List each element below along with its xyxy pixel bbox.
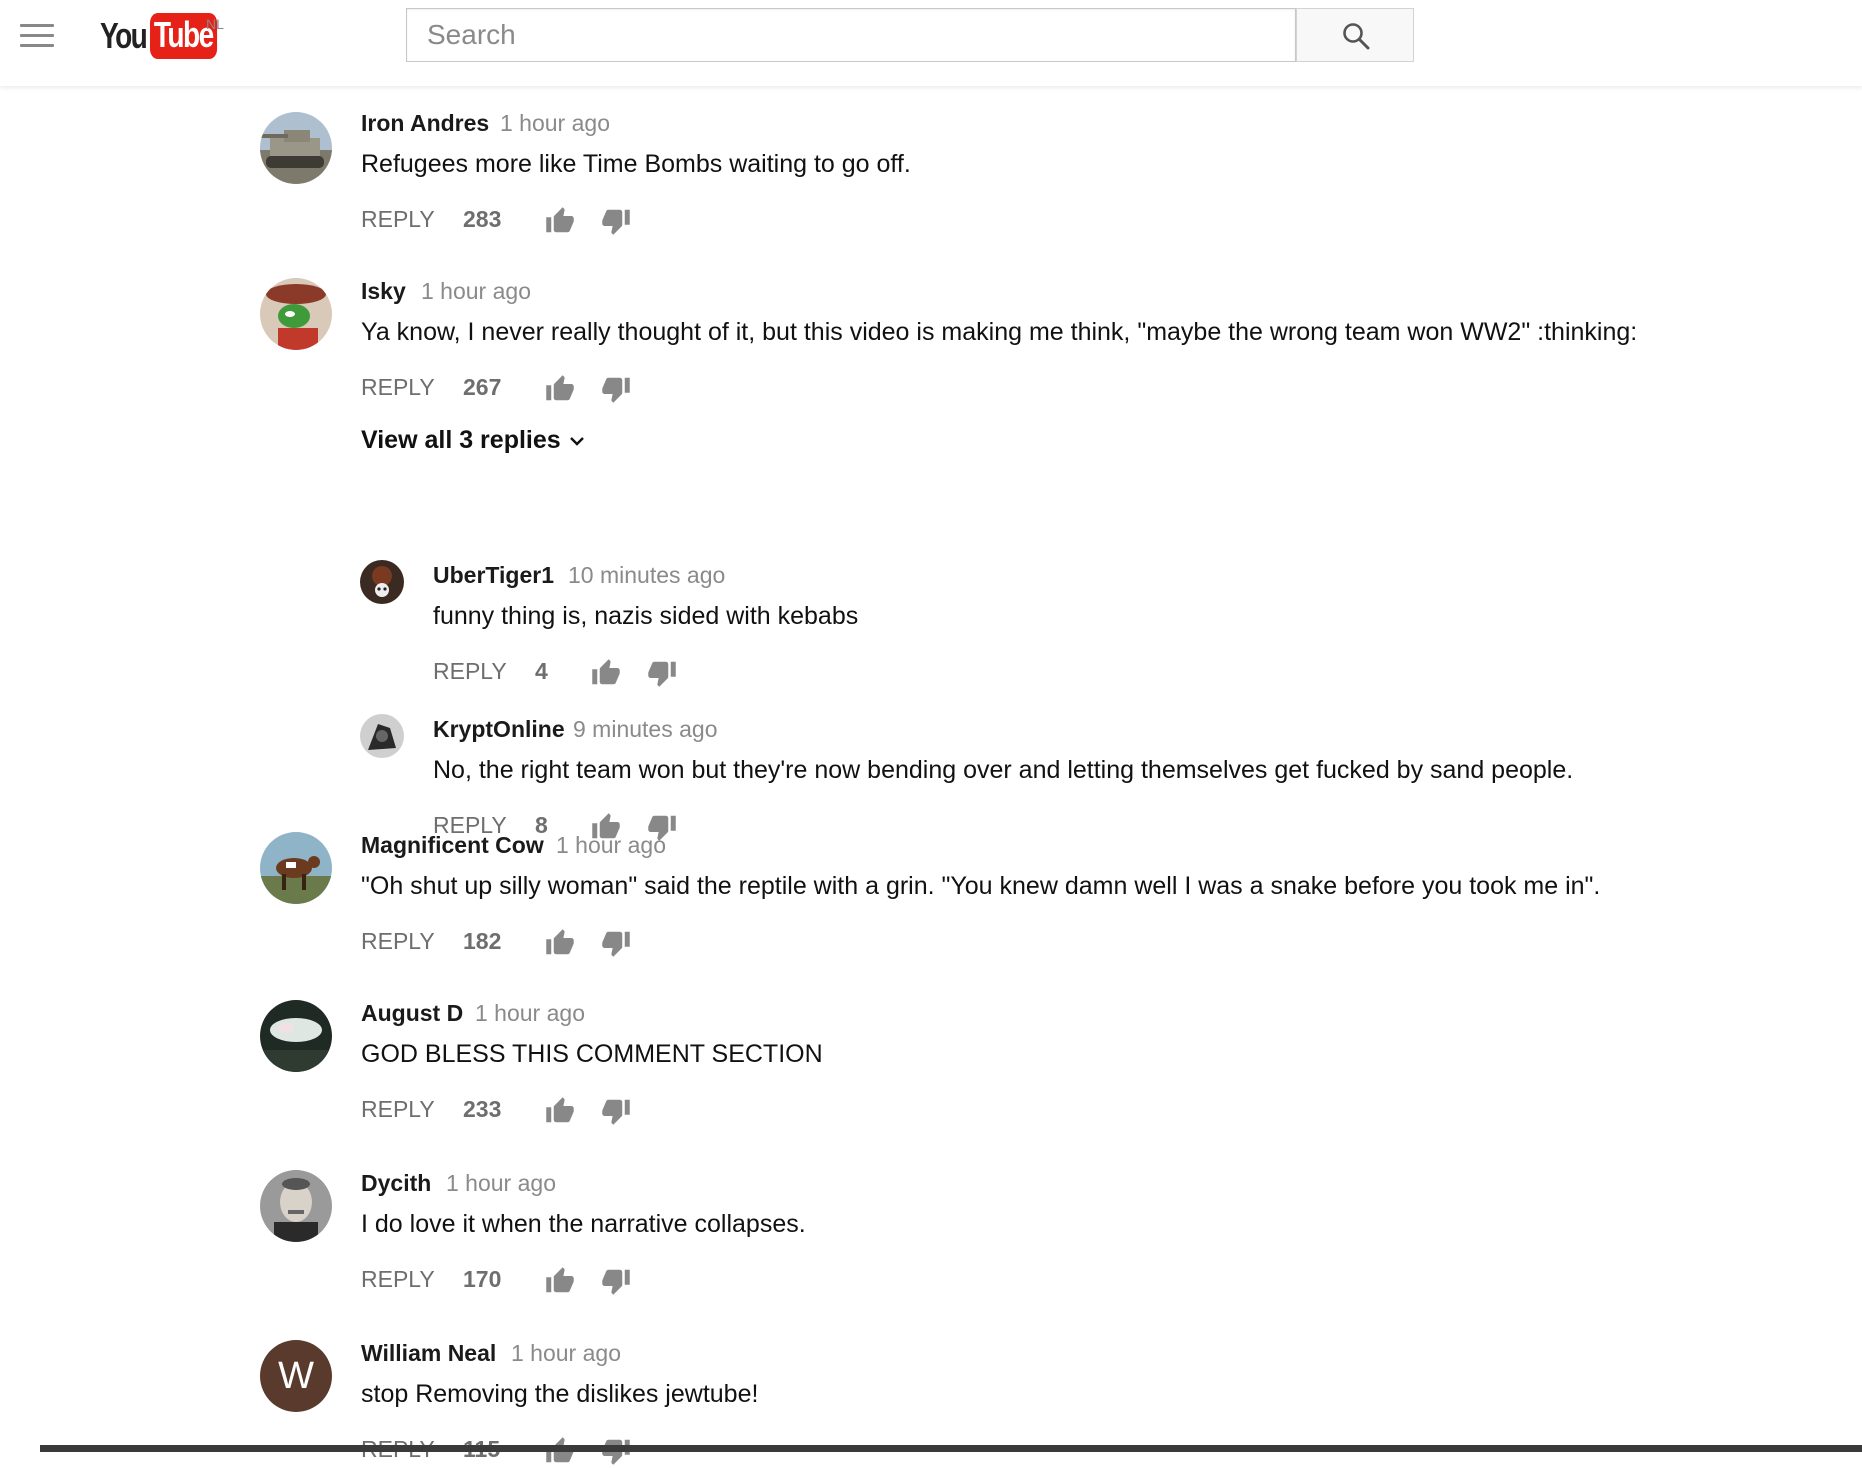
thumbs-down-icon[interactable] (601, 928, 631, 958)
avatar[interactable] (360, 714, 404, 758)
like-count: 233 (463, 1096, 502, 1122)
avatar[interactable] (260, 1170, 332, 1242)
view-replies-label: View all 3 replies (361, 426, 561, 454)
reply-button[interactable]: REPLY (361, 206, 435, 233)
avatar[interactable] (360, 560, 404, 604)
comment-author[interactable]: Dycith (361, 1170, 431, 1197)
comment-author[interactable]: Magnificent Cow (361, 832, 544, 859)
avatar[interactable] (260, 1000, 332, 1072)
search-icon (1343, 23, 1370, 50)
comment-text: GOD BLESS THIS COMMENT SECTION (361, 1040, 823, 1068)
like-count: 267 (463, 374, 502, 400)
reply-button[interactable]: REPLY (361, 1096, 435, 1123)
thumbs-down-icon[interactable] (601, 206, 631, 236)
comment-author[interactable]: August D (361, 1000, 463, 1027)
comment-time[interactable]: 1 hour ago (475, 1000, 585, 1027)
like-count: 170 (463, 1266, 502, 1292)
comment-actions: REPLY 115 (361, 1436, 661, 1468)
avatar[interactable] (260, 278, 332, 350)
comment-actions: REPLY 283 (361, 206, 661, 238)
comment-time[interactable]: 10 minutes ago (568, 562, 725, 589)
thumbs-up-icon[interactable] (545, 374, 575, 404)
masthead: You Tube NL (0, 0, 1862, 86)
comment-text: I do love it when the narrative collapse… (361, 1210, 806, 1238)
logo-you: You (100, 15, 148, 56)
reply-button[interactable]: REPLY (361, 1266, 435, 1293)
search-box (406, 8, 1296, 62)
chevron-down-icon (569, 437, 584, 447)
thumbs-down-icon[interactable] (601, 374, 631, 404)
comment-actions: REPLY 267 (361, 374, 661, 406)
comment-author[interactable]: UberTiger1 (433, 562, 554, 589)
thumbs-up-icon[interactable] (591, 658, 621, 688)
reply-button[interactable]: REPLY (361, 928, 435, 955)
comment-author[interactable]: Iron Andres (361, 110, 489, 137)
thumbs-up-icon[interactable] (545, 1096, 575, 1126)
menu-icon[interactable] (20, 24, 54, 50)
comment-time[interactable]: 1 hour ago (446, 1170, 556, 1197)
country-code: NL (206, 16, 224, 32)
like-count: 182 (463, 928, 502, 954)
view-replies-button[interactable]: View all 3 replies (361, 426, 587, 455)
comment-time[interactable]: 9 minutes ago (573, 716, 717, 743)
thumbs-up-icon[interactable] (545, 206, 575, 236)
thumbs-down-icon[interactable] (601, 1266, 631, 1296)
reply-button[interactable]: REPLY (433, 658, 507, 685)
comment-time[interactable]: 1 hour ago (421, 278, 531, 305)
like-count: 4 (535, 658, 548, 684)
thumbs-up-icon[interactable] (545, 928, 575, 958)
comment-time[interactable]: 1 hour ago (556, 832, 666, 859)
comment-text: Ya know, I never really thought of it, b… (361, 318, 1638, 346)
comment-actions: REPLY 170 (361, 1266, 661, 1298)
thumbs-down-icon[interactable] (647, 658, 677, 688)
thumbs-down-icon[interactable] (601, 1096, 631, 1126)
comment-text: Refugees more like Time Bombs waiting to… (361, 150, 911, 178)
avatar[interactable]: W (260, 1340, 332, 1412)
avatar[interactable] (260, 832, 332, 904)
search-button[interactable] (1296, 8, 1414, 62)
youtube-logo[interactable]: You Tube NL (100, 13, 236, 59)
window-bottom-edge (40, 1445, 1862, 1452)
comment-actions: REPLY 233 (361, 1096, 661, 1128)
comment-author[interactable]: KryptOnline (433, 716, 565, 743)
comment-actions: REPLY 4 (433, 658, 693, 690)
comment-text: "Oh shut up silly woman" said the reptil… (361, 872, 1601, 900)
comment-text: No, the right team won but they're now b… (433, 756, 1574, 784)
search-input[interactable] (407, 9, 1295, 61)
comment-time[interactable]: 1 hour ago (500, 110, 610, 137)
thumbs-up-icon[interactable] (545, 1266, 575, 1296)
reply-button[interactable]: REPLY (361, 374, 435, 401)
comment-author[interactable]: William Neal (361, 1340, 496, 1367)
like-count: 283 (463, 206, 502, 232)
comment-time[interactable]: 1 hour ago (511, 1340, 621, 1367)
comment-text: funny thing is, nazis sided with kebabs (433, 602, 859, 630)
comment-actions: REPLY 182 (361, 928, 661, 960)
avatar[interactable] (260, 112, 332, 184)
comment-text: stop Removing the dislikes jewtube! (361, 1380, 759, 1408)
comment-author[interactable]: Isky (361, 278, 406, 305)
